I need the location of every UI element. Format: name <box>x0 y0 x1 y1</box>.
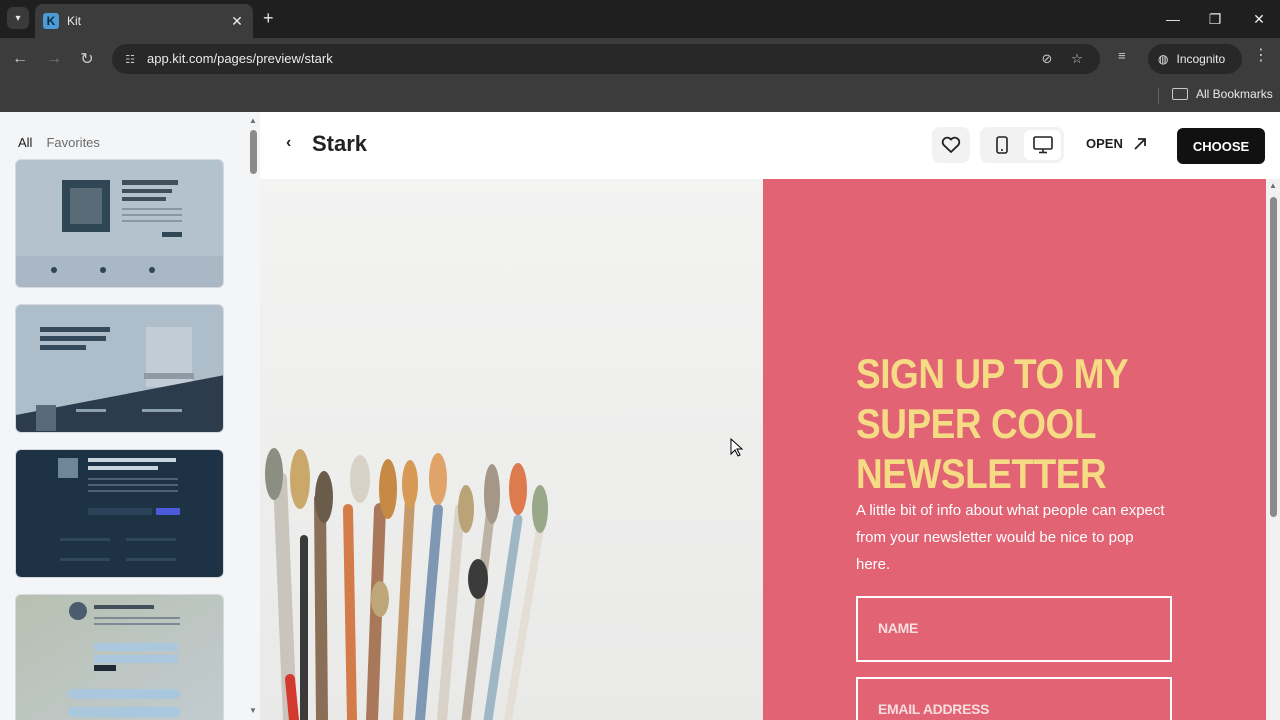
reload-icon[interactable]: ↻ <box>76 48 98 70</box>
bookmark-star-icon[interactable]: ☆ <box>1068 50 1086 68</box>
open-button[interactable]: OPEN <box>1086 136 1147 151</box>
tab-title: Kit <box>67 14 82 28</box>
chevron-left-icon[interactable]: ‹ <box>286 134 291 152</box>
paintbrushes-image <box>260 179 763 720</box>
device-toggle <box>980 127 1064 163</box>
new-tab-icon[interactable]: + <box>263 8 274 29</box>
template-preview-image <box>16 160 223 287</box>
paintbrushes-illustration <box>260 179 763 720</box>
forward-arrow-icon[interactable]: → <box>43 48 65 70</box>
open-label: OPEN <box>1086 136 1123 151</box>
all-bookmarks-button[interactable]: All Bookmarks <box>1172 87 1273 101</box>
scroll-up-icon[interactable]: ▲ <box>1269 181 1277 190</box>
sidebar-scroll-thumb[interactable] <box>250 130 257 174</box>
email-placeholder: EMAIL ADDRESS <box>878 701 990 717</box>
signup-description: A little bit of info about what people c… <box>856 502 1165 573</box>
restore-icon[interactable]: ❐ <box>1201 6 1229 32</box>
template-preview-image <box>16 595 223 720</box>
favorite-button[interactable] <box>932 127 970 163</box>
sidebar-scrollbar[interactable]: ▲ ▼ <box>248 112 260 720</box>
site-info-icon[interactable]: ☷ <box>122 51 138 67</box>
browser-toolbar: ← → ↻ ☷ app.kit.com/pages/preview/stark … <box>0 38 1280 80</box>
kit-favicon-icon: K <box>43 13 59 29</box>
headline-line: NEWSLETTER <box>856 450 1107 497</box>
preview-scrollbar[interactable]: ▲ <box>1266 179 1280 720</box>
template-preview-frame: SIGN UP TO MY SUPER COOL NEWSLETTER A li… <box>260 179 1266 720</box>
email-field[interactable]: EMAIL ADDRESS <box>856 677 1172 720</box>
template-thumbnail[interactable] <box>15 449 224 578</box>
bookmarks-bar: All Bookmarks <box>0 80 1280 112</box>
template-preview-image <box>16 305 223 432</box>
template-thumbnail[interactable] <box>15 159 224 288</box>
scroll-down-icon[interactable]: ▼ <box>249 706 257 715</box>
tab-all[interactable]: All <box>18 135 32 150</box>
menu-kebab-icon[interactable]: ⋮ <box>1253 45 1269 65</box>
mobile-view-button[interactable] <box>983 130 1020 160</box>
name-placeholder: NAME <box>878 620 919 636</box>
close-window-icon[interactable]: ✕ <box>1245 6 1273 32</box>
incognito-icon: ◍ <box>1158 52 1169 66</box>
incognito-badge[interactable]: ◍ Incognito <box>1148 44 1242 74</box>
mobile-icon <box>995 136 1008 154</box>
preview-header: ‹ Stark OPEN CHOOSE <box>260 112 1280 179</box>
preview-scroll-thumb[interactable] <box>1270 197 1277 517</box>
tab-close-icon[interactable]: ✕ <box>229 13 245 30</box>
address-bar[interactable]: ☷ app.kit.com/pages/preview/stark ⊘ ☆ <box>112 44 1100 74</box>
page-title: Stark <box>312 131 368 156</box>
all-bookmarks-label: All Bookmarks <box>1196 87 1273 101</box>
kit-page: All Favorites ▲ ▼ ‹ Stark OPEN CHOOSE SI… <box>0 112 1280 720</box>
browser-tab-kit[interactable]: K Kit ✕ <box>35 4 253 38</box>
headline-line: SUPER COOL <box>856 400 1096 447</box>
bookmarks-divider <box>1158 88 1159 104</box>
template-thumbnail[interactable] <box>15 594 224 720</box>
back-arrow-icon[interactable]: ← <box>9 48 31 70</box>
mouse-cursor-icon <box>730 438 744 457</box>
folder-icon <box>1172 88 1188 100</box>
choose-button[interactable]: CHOOSE <box>1177 128 1265 164</box>
signup-headline: SIGN UP TO MY SUPER COOL NEWSLETTER <box>856 349 1155 499</box>
sidebar-filter-tabs: All Favorites <box>18 135 100 150</box>
desktop-icon <box>1032 136 1053 154</box>
template-preview-image <box>16 450 223 577</box>
desktop-view-button[interactable] <box>1024 130 1061 160</box>
name-field[interactable]: NAME <box>856 596 1172 662</box>
minimize-icon[interactable]: — <box>1159 6 1187 32</box>
tab-favorites[interactable]: Favorites <box>46 135 99 150</box>
heart-icon <box>941 136 961 153</box>
browser-tab-strip: ▾ K Kit ✕ + — ❐ ✕ <box>0 0 1280 38</box>
template-thumbnail[interactable] <box>15 304 224 433</box>
external-arrow-icon <box>1134 137 1146 150</box>
media-controls-icon[interactable]: ≡ <box>1118 48 1126 63</box>
url-text[interactable]: app.kit.com/pages/preview/stark <box>147 51 333 66</box>
eye-slash-icon[interactable]: ⊘ <box>1038 50 1056 68</box>
tab-search-icon[interactable]: ▾ <box>7 7 29 29</box>
scroll-up-icon[interactable]: ▲ <box>249 116 257 125</box>
headline-line: SIGN UP TO MY <box>856 350 1129 397</box>
signup-panel: SIGN UP TO MY SUPER COOL NEWSLETTER A li… <box>763 179 1266 720</box>
incognito-label: Incognito <box>1176 52 1226 66</box>
template-sidebar: All Favorites <box>0 112 248 720</box>
